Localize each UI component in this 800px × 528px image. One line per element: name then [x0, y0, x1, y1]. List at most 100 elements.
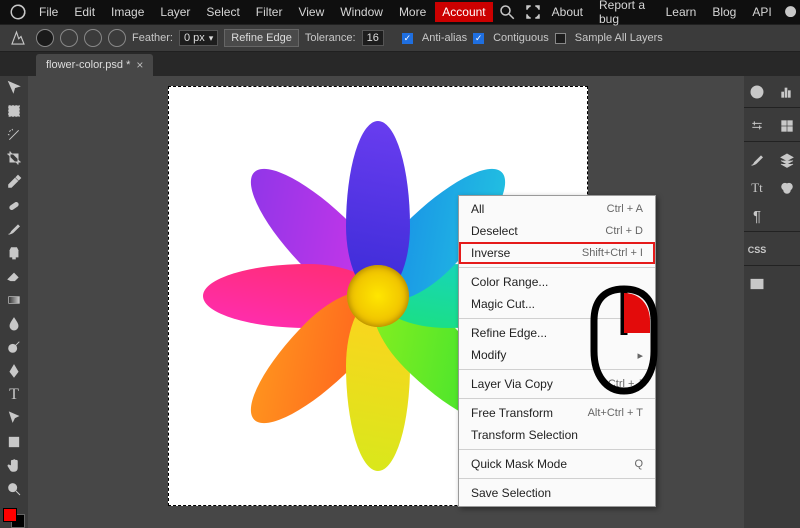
ctx-free-transform[interactable]: Free Transform Alt+Ctrl + T	[459, 402, 655, 424]
ctx-inverse[interactable]: Inverse Shift+Ctrl + I	[459, 242, 655, 264]
ctx-quick-mask-mode[interactable]: Quick Mask ModeQ	[459, 453, 655, 475]
ctx-item-label: Magic Cut...	[471, 297, 535, 311]
tool-hand[interactable]	[3, 456, 25, 475]
tool-shape[interactable]	[3, 433, 25, 452]
ctx-item-label: Quick Mask Mode	[471, 457, 567, 471]
layers-icon[interactable]	[778, 151, 796, 169]
contiguous-label: Contiguous	[493, 32, 549, 44]
ctx-item-label: Transform Selection	[471, 428, 578, 442]
tool-path-select[interactable]	[3, 409, 25, 428]
ctx-item-label: Free Transform	[471, 406, 553, 420]
document-tab[interactable]: flower-color.psd * ×	[36, 54, 153, 76]
tab-strip: flower-color.psd * ×	[0, 52, 800, 76]
menu-filter[interactable]: Filter	[249, 2, 290, 22]
menu-left: FileEditImageLayerSelectFilterViewWindow…	[6, 2, 545, 22]
ctx-deselect[interactable]: DeselectCtrl + D	[459, 220, 655, 242]
tool-crop[interactable]	[3, 149, 25, 168]
link-about[interactable]: About	[545, 2, 590, 22]
chevron-down-icon: ▾	[209, 33, 214, 44]
menu-account[interactable]: Account	[435, 2, 492, 22]
tool-eyedropper[interactable]	[3, 173, 25, 192]
refine-edge-button[interactable]: Refine Edge	[224, 29, 299, 47]
link-report-a-bug[interactable]: Report a bug	[592, 0, 657, 29]
image-panel-icon[interactable]	[748, 275, 766, 293]
ctx-item-label: Modify	[471, 348, 506, 362]
ctx-item-label: Layer Via Copy	[471, 377, 553, 391]
reddit-icon[interactable]	[784, 3, 797, 21]
sample-all-label: Sample All Layers	[575, 32, 663, 44]
tool-dodge[interactable]	[3, 338, 25, 357]
sample-all-checkbox[interactable]	[555, 33, 566, 44]
selection-subtract-icon[interactable]	[84, 29, 102, 47]
menu-layer[interactable]: Layer	[153, 2, 197, 22]
menu-right: AboutReport a bugLearnBlogAPI	[545, 0, 800, 29]
menu-edit[interactable]: Edit	[67, 2, 102, 22]
antialias-checkbox[interactable]: ✓	[402, 33, 413, 44]
flower-center	[347, 265, 409, 327]
ctx-item-label: Color Range...	[471, 275, 548, 289]
close-icon[interactable]: ×	[136, 58, 143, 72]
info-icon[interactable]	[748, 83, 766, 101]
adjust-icon[interactable]	[748, 117, 766, 135]
feather-input[interactable]: 0 px▾	[179, 30, 218, 46]
tolerance-input[interactable]: 16	[362, 30, 384, 46]
swatches-icon[interactable]	[778, 117, 796, 135]
tool-pen[interactable]	[3, 362, 25, 381]
channels-icon[interactable]	[778, 179, 796, 197]
menu-select[interactable]: Select	[199, 2, 246, 22]
tool-blur[interactable]	[3, 314, 25, 333]
contiguous-checkbox[interactable]: ✓	[473, 33, 484, 44]
tool-marquee[interactable]	[3, 102, 25, 121]
tool-eraser[interactable]	[3, 267, 25, 286]
selection-add-icon[interactable]	[60, 29, 78, 47]
type-panel-icon[interactable]: Tt	[748, 179, 766, 197]
link-blog[interactable]: Blog	[705, 2, 743, 22]
tolerance-label: Tolerance:	[305, 32, 356, 44]
ctx-transform-selection[interactable]: Transform Selection	[459, 424, 655, 446]
selection-intersect-icon[interactable]	[108, 29, 126, 47]
ctx-item-label: Deselect	[471, 224, 518, 238]
brush-panel-icon[interactable]	[748, 151, 766, 169]
css-icon[interactable]: CSS	[748, 241, 766, 259]
tool-text[interactable]: T	[3, 385, 25, 404]
toolbox: T	[0, 76, 28, 528]
app-logo-icon	[9, 3, 27, 21]
paragraph-icon[interactable]: ¶	[748, 207, 766, 225]
color-swatches[interactable]	[3, 508, 25, 528]
foreground-swatch[interactable]	[3, 508, 17, 522]
ctx-item-shortcut: Ctrl + A	[607, 203, 643, 215]
right-panel-column: Tt ¶ CSS	[744, 76, 800, 528]
tool-heal[interactable]	[3, 196, 25, 215]
tool-clone[interactable]	[3, 243, 25, 262]
ctx-item-shortcut: Shift+Ctrl + I	[582, 247, 643, 259]
menu-separator	[459, 267, 655, 268]
ctx-item-label: Save Selection	[471, 486, 551, 500]
menu-image[interactable]: Image	[104, 2, 151, 22]
menu-more[interactable]: More	[392, 2, 433, 22]
tool-magic-wand[interactable]	[3, 125, 25, 144]
tab-title: flower-color.psd *	[46, 59, 130, 71]
tool-zoom[interactable]	[3, 480, 25, 499]
histogram-icon[interactable]	[778, 83, 796, 101]
main-area: T Tt	[0, 76, 800, 528]
link-learn[interactable]: Learn	[659, 2, 704, 22]
menu-view[interactable]: View	[291, 2, 331, 22]
ctx-save-selection[interactable]: Save Selection	[459, 482, 655, 504]
search-icon[interactable]	[498, 3, 516, 21]
link-api[interactable]: API	[745, 2, 778, 22]
antialias-label: Anti-alias	[422, 32, 467, 44]
ctx-item-shortcut: Alt+Ctrl + T	[588, 407, 643, 419]
tool-gradient[interactable]	[3, 291, 25, 310]
feather-label: Feather:	[132, 32, 173, 44]
mouse-cursor-illustration	[580, 285, 668, 400]
ctx-item-label: Inverse	[471, 246, 510, 260]
tool-brush[interactable]	[3, 220, 25, 239]
fullscreen-icon[interactable]	[524, 3, 542, 21]
tool-move[interactable]	[3, 78, 25, 97]
selection-new-icon[interactable]	[36, 29, 54, 47]
tool-active-icon	[9, 29, 27, 47]
menu-file[interactable]: File	[32, 2, 65, 22]
menu-window[interactable]: Window	[333, 2, 390, 22]
ctx-all[interactable]: AllCtrl + A	[459, 198, 655, 220]
menu-separator	[459, 449, 655, 450]
